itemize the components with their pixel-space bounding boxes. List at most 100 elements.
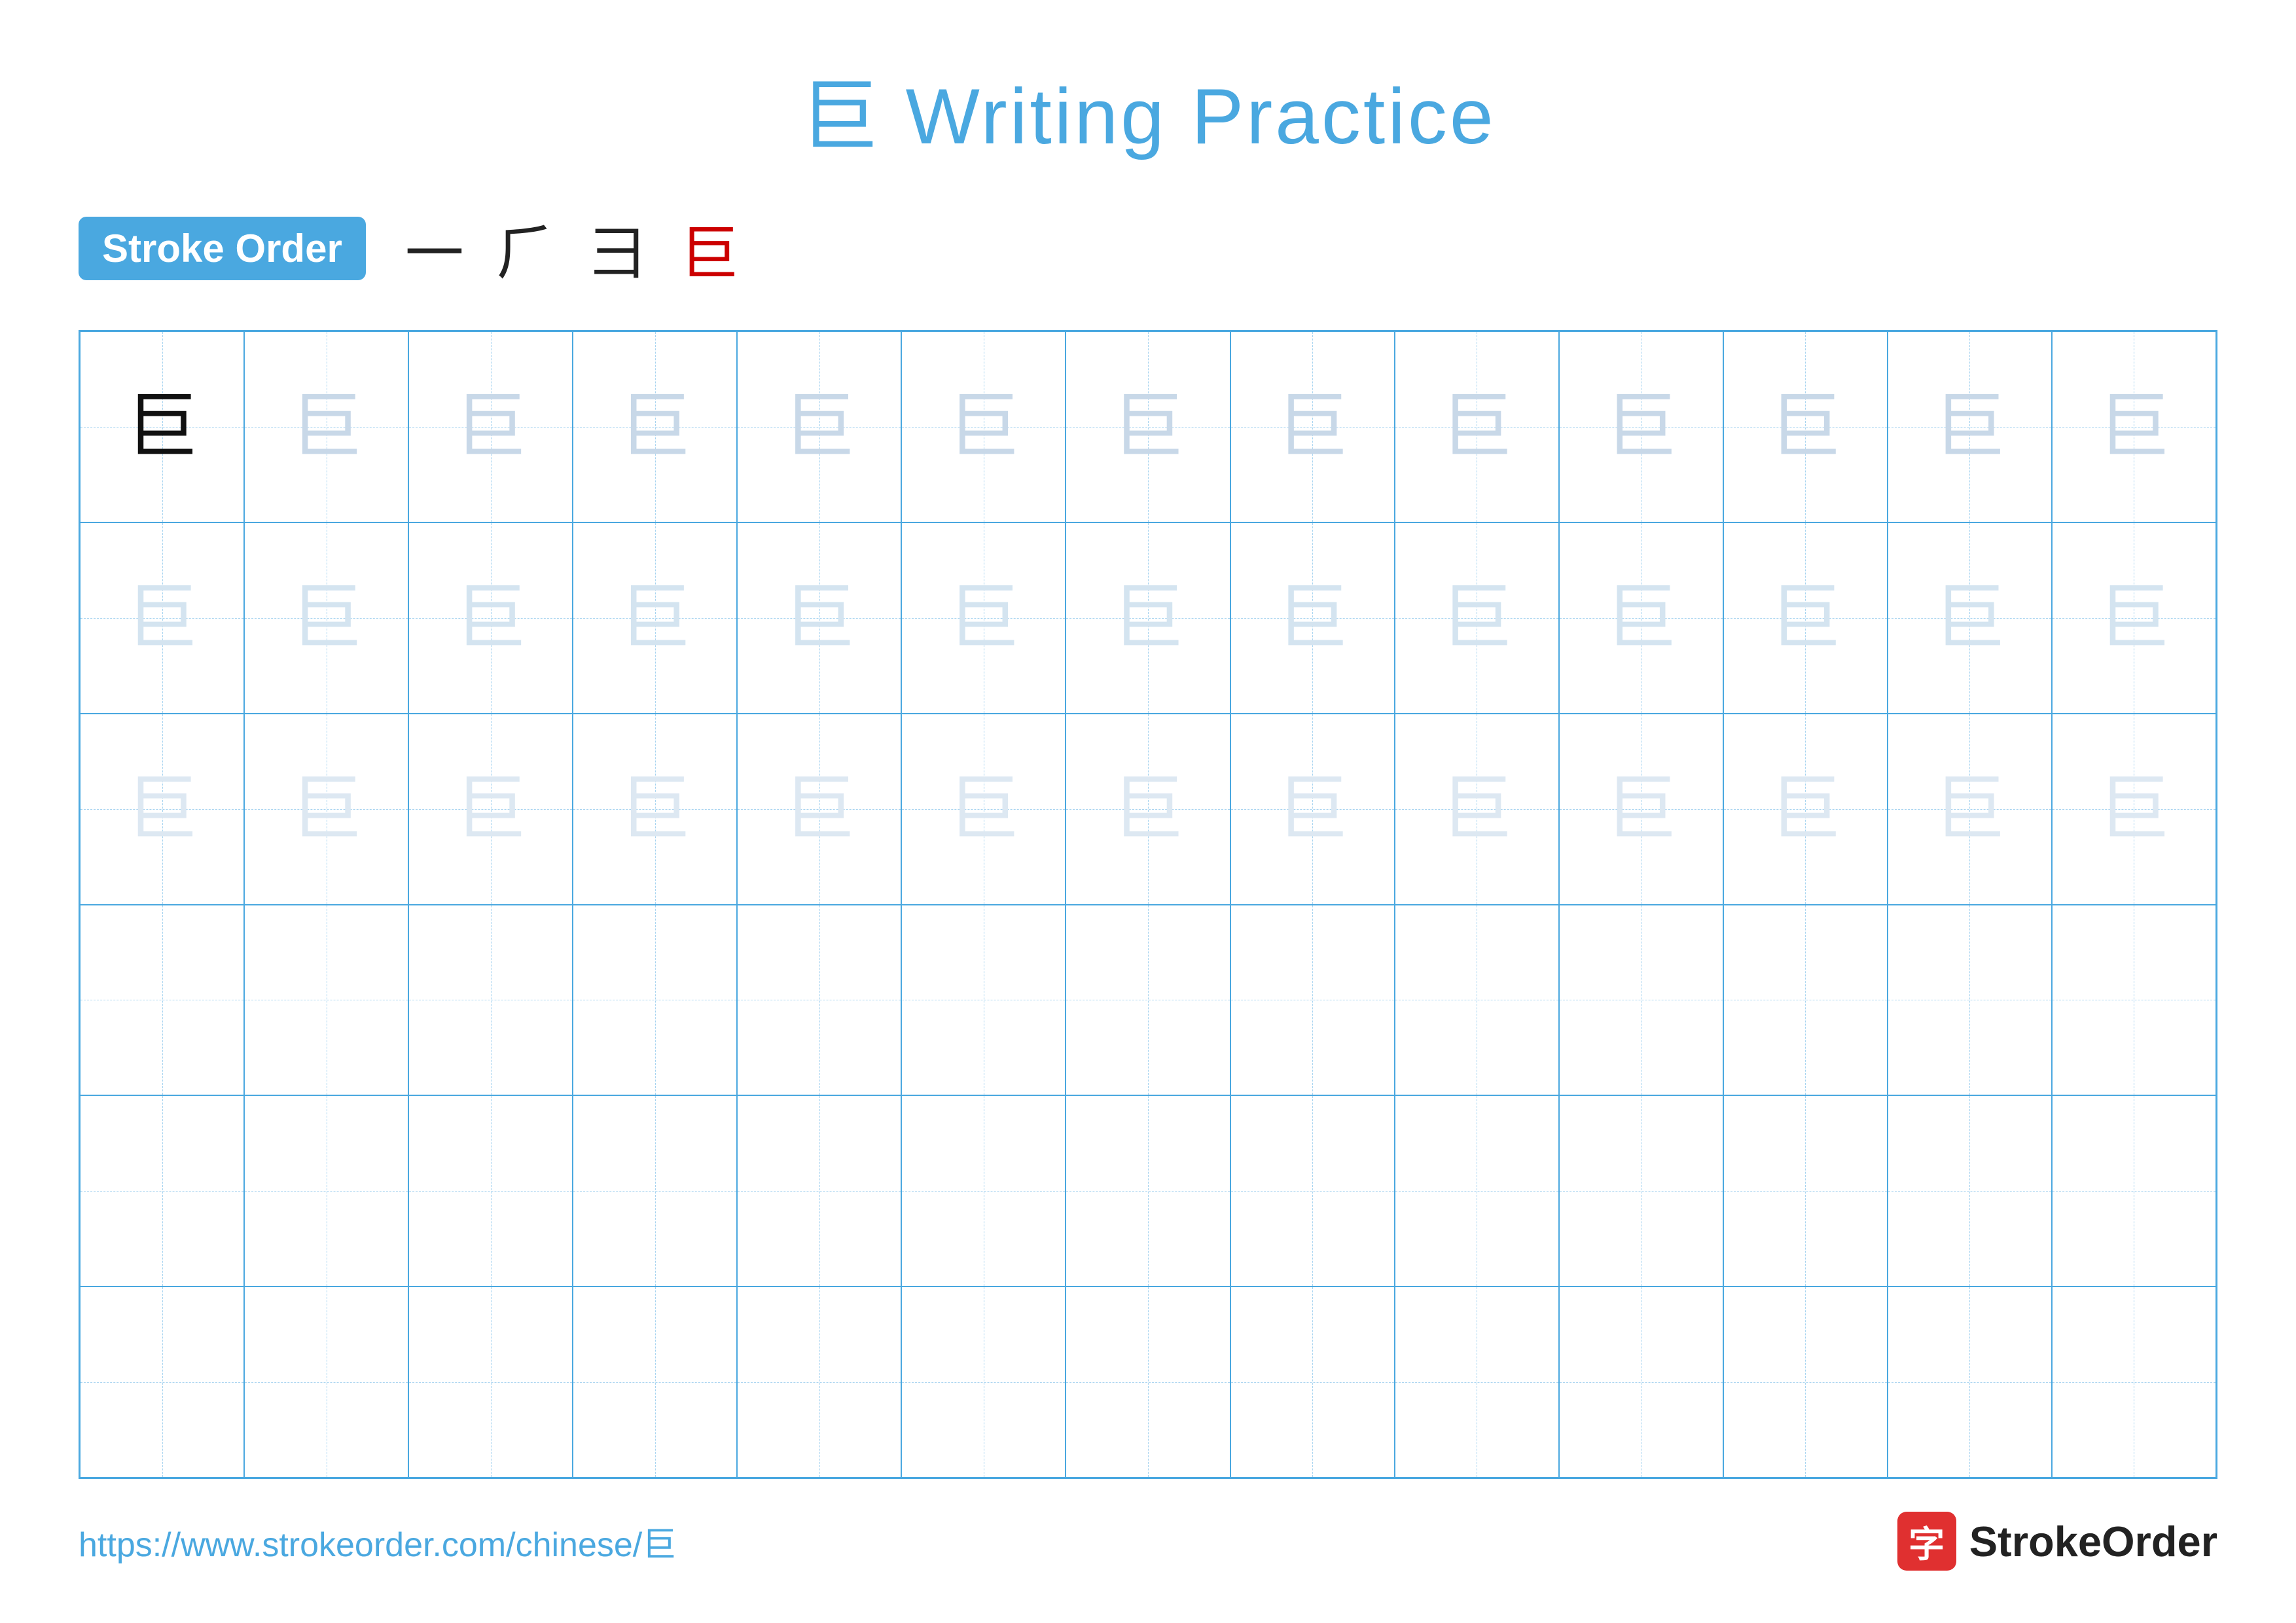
grid-cell[interactable] (80, 1095, 244, 1286)
grid-cell[interactable]: 巨 (80, 714, 244, 905)
grid-cell[interactable] (244, 1286, 408, 1478)
grid-cell[interactable] (2052, 1286, 2216, 1478)
practice-char: 巨 (126, 582, 198, 654)
grid-cell[interactable] (737, 1095, 901, 1286)
grid-cell[interactable] (408, 1095, 573, 1286)
grid-cell[interactable]: 巨 (737, 522, 901, 714)
grid-cell[interactable]: 巨 (2052, 331, 2216, 522)
grid-cell[interactable]: 巨 (408, 331, 573, 522)
grid-cell[interactable] (2052, 1095, 2216, 1286)
grid-cell[interactable]: 巨 (1066, 331, 1230, 522)
grid-cell[interactable]: 巨 (573, 522, 737, 714)
grid-cell[interactable] (737, 1286, 901, 1478)
grid-cell[interactable]: 巨 (1559, 331, 1723, 522)
stroke-order-row: Stroke Order 一 ⺁ 彐 巨 (79, 206, 2217, 291)
grid-cell[interactable] (244, 905, 408, 1096)
practice-char: 巨 (948, 582, 1020, 654)
stroke-sequence: 一 ⺁ 彐 巨 (405, 206, 739, 291)
grid-cell[interactable] (1888, 905, 2052, 1096)
grid-cell[interactable] (408, 905, 573, 1096)
practice-char: 巨 (1276, 773, 1348, 845)
grid-cell[interactable]: 巨 (1723, 331, 1888, 522)
grid-cell[interactable]: 巨 (244, 714, 408, 905)
grid-cell[interactable]: 巨 (1395, 331, 1559, 522)
grid-cell[interactable] (573, 905, 737, 1096)
grid-cell[interactable]: 巨 (1066, 714, 1230, 905)
grid-cell[interactable]: 巨 (80, 522, 244, 714)
grid-cell[interactable] (2052, 905, 2216, 1096)
grid-cell[interactable] (1559, 1286, 1723, 1478)
practice-char: 巨 (126, 773, 198, 845)
grid-cell[interactable] (408, 1286, 573, 1478)
grid-cell[interactable] (737, 905, 901, 1096)
grid-cell[interactable]: 巨 (408, 714, 573, 905)
grid-cell[interactable]: 巨 (1395, 522, 1559, 714)
grid-cell[interactable] (1395, 905, 1559, 1096)
practice-char: 巨 (1933, 391, 2005, 463)
grid-cell[interactable] (1723, 1095, 1888, 1286)
grid-cell[interactable]: 巨 (1888, 522, 2052, 714)
grid-cell[interactable]: 巨 (901, 522, 1066, 714)
grid-cell[interactable] (1230, 1286, 1395, 1478)
grid-cell[interactable]: 巨 (408, 522, 573, 714)
grid-cell[interactable]: 巨 (1723, 522, 1888, 714)
footer-url[interactable]: https://www.strokeorder.com/chinese/巨 (79, 1517, 676, 1566)
grid-cell[interactable]: 巨 (573, 331, 737, 522)
grid-cell[interactable] (1723, 905, 1888, 1096)
grid-cell[interactable]: 巨 (1723, 714, 1888, 905)
grid-cell[interactable] (1066, 1286, 1230, 1478)
grid-cell[interactable]: 巨 (1559, 714, 1723, 905)
grid-cell[interactable] (1395, 1286, 1559, 1478)
practice-char: 巨 (2098, 582, 2170, 654)
grid-cell[interactable] (901, 1095, 1066, 1286)
grid-cell[interactable] (901, 905, 1066, 1096)
grid-cell[interactable]: 巨 (2052, 522, 2216, 714)
grid-cell[interactable] (244, 1095, 408, 1286)
grid-cell[interactable]: 巨 (244, 331, 408, 522)
grid-cell[interactable]: 巨 (2052, 714, 2216, 905)
grid-cell[interactable]: 巨 (1230, 331, 1395, 522)
grid-cell[interactable]: 巨 (737, 714, 901, 905)
grid-cell[interactable] (1230, 1095, 1395, 1286)
grid-cell[interactable] (1559, 1095, 1723, 1286)
grid-cell[interactable] (1066, 905, 1230, 1096)
practice-char: 巨 (619, 391, 691, 463)
grid-cell[interactable]: 巨 (1888, 714, 2052, 905)
grid-cell[interactable]: 巨 (901, 714, 1066, 905)
practice-char: 巨 (1769, 582, 1841, 654)
grid-cell[interactable]: 巨 (80, 331, 244, 522)
grid-cell[interactable]: 巨 (737, 331, 901, 522)
practice-char: 巨 (1769, 773, 1841, 845)
grid-cell[interactable]: 巨 (244, 522, 408, 714)
grid-cell[interactable]: 巨 (1559, 522, 1723, 714)
grid-cell[interactable]: 巨 (1230, 522, 1395, 714)
grid-cell[interactable] (573, 1095, 737, 1286)
page: 巨 Writing Practice Stroke Order 一 ⺁ 彐 巨 … (0, 0, 2296, 1623)
grid-cell[interactable]: 巨 (1230, 714, 1395, 905)
practice-char: 巨 (1441, 582, 1513, 654)
grid-cell[interactable] (1888, 1286, 2052, 1478)
grid-cell[interactable] (901, 1286, 1066, 1478)
grid-cell[interactable] (1559, 905, 1723, 1096)
grid-cell[interactable] (1723, 1286, 1888, 1478)
grid-cell[interactable] (1395, 1095, 1559, 1286)
grid-cell[interactable] (1888, 1095, 2052, 1286)
grid-cell[interactable] (1230, 905, 1395, 1096)
grid-cell[interactable] (80, 905, 244, 1096)
grid-cell[interactable] (80, 1286, 244, 1478)
practice-char: 巨 (1276, 391, 1348, 463)
practice-char: 巨 (291, 582, 363, 654)
practice-char: 巨 (1441, 391, 1513, 463)
grid-cell[interactable] (573, 1286, 737, 1478)
practice-char: 巨 (1276, 582, 1348, 654)
grid-cell[interactable]: 巨 (901, 331, 1066, 522)
grid-cell[interactable] (1066, 1095, 1230, 1286)
practice-char: 巨 (619, 773, 691, 845)
practice-char: 巨 (455, 582, 527, 654)
grid-cell[interactable]: 巨 (1395, 714, 1559, 905)
page-title: 巨 Writing Practice (79, 52, 2217, 166)
grid-cell[interactable]: 巨 (573, 714, 737, 905)
grid-cell[interactable]: 巨 (1888, 331, 2052, 522)
grid-cell[interactable]: 巨 (1066, 522, 1230, 714)
practice-char: 巨 (948, 391, 1020, 463)
